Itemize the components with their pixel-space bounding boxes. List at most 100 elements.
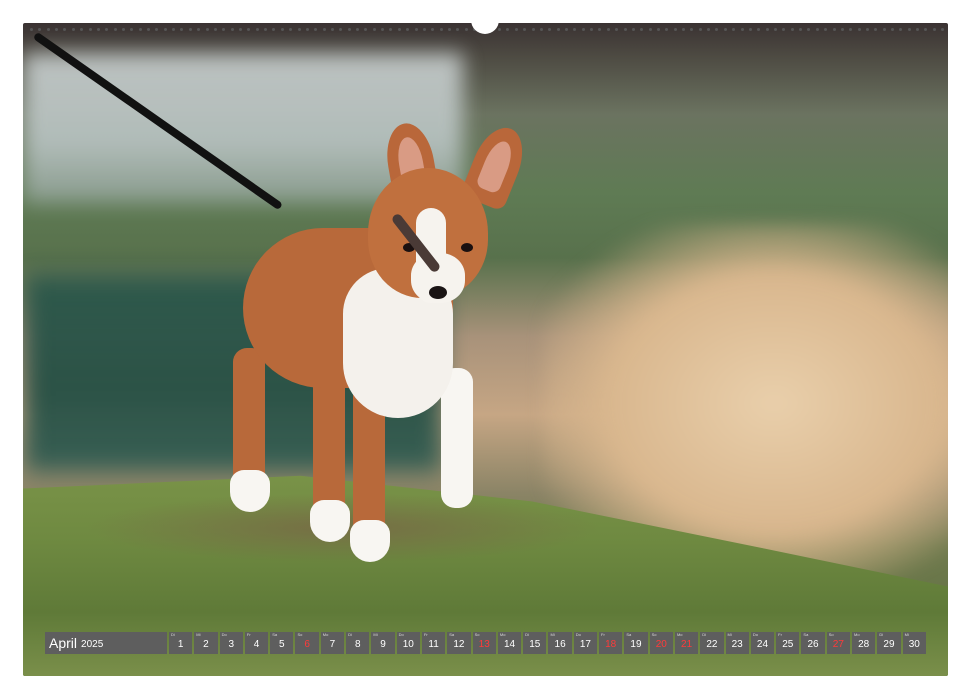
day-name: So <box>651 632 657 637</box>
binding-hole <box>222 27 226 31</box>
binding-hole <box>573 27 577 31</box>
day-number: 9 <box>380 639 386 650</box>
day-name: So <box>474 632 480 637</box>
day-number: 4 <box>253 639 260 650</box>
day-name: Fr <box>778 632 782 637</box>
binding-hole <box>406 27 410 31</box>
binding-hole <box>38 27 42 31</box>
day-name: Fr <box>601 632 605 637</box>
day-number: 30 <box>908 639 920 650</box>
binding-hole <box>690 27 694 31</box>
binding-hole <box>665 27 669 31</box>
binding-hole <box>732 27 736 31</box>
binding-hole <box>748 27 752 31</box>
day-number: 3 <box>228 639 235 650</box>
binding-hole <box>924 27 928 31</box>
day-number: 16 <box>554 639 566 650</box>
binding-hole <box>640 27 644 31</box>
dog-hind-leg <box>310 368 350 542</box>
binding-hole <box>422 27 426 31</box>
dog-nose <box>429 286 447 299</box>
binding-hole <box>289 27 293 31</box>
calendar-day: Do 17 <box>573 632 598 654</box>
day-name: Mo <box>322 632 329 637</box>
month-label: April 2025 <box>45 632 167 654</box>
calendar-strip: April 2025 Di 1 Mi 2 Do 3 Fr 4 Sa 5 So 6 Mo 7 Di 8 Mi 9 Do… <box>45 632 926 654</box>
binding-hole <box>180 27 184 31</box>
day-number: 11 <box>428 639 439 650</box>
day-number: 8 <box>354 639 361 650</box>
binding-hole <box>264 27 268 31</box>
binding-hole <box>631 27 635 31</box>
binding-hole <box>213 27 217 31</box>
binding-hole <box>314 27 318 31</box>
binding-hole <box>882 27 886 31</box>
binding-hole <box>531 27 535 31</box>
calendar-day: Mi 2 <box>194 632 218 654</box>
day-name: Di <box>702 632 707 637</box>
binding-hole <box>849 27 853 31</box>
calendar-day: Do 10 <box>396 632 420 654</box>
binding-hole <box>606 27 610 31</box>
day-number: 5 <box>279 639 285 650</box>
day-number: 13 <box>478 639 490 650</box>
month-year: 2025 <box>81 639 104 650</box>
binding-hole <box>740 27 744 31</box>
binding-hole <box>80 27 84 31</box>
calendar-day: Fr 25 <box>776 632 800 654</box>
binding-hole <box>773 27 777 31</box>
calendar-day: Mi 23 <box>725 632 749 654</box>
day-name: So <box>297 632 303 637</box>
binding-hole <box>389 27 393 31</box>
calendar-day: So 6 <box>295 632 319 654</box>
binding-hole <box>105 27 109 31</box>
binding-hole <box>514 27 518 31</box>
binding-hole <box>464 27 468 31</box>
binding-hole <box>456 27 460 31</box>
binding-hole <box>899 27 903 31</box>
calendar-day: Do 3 <box>219 632 243 654</box>
binding-hole <box>857 27 861 31</box>
calendar-day: Di 1 <box>169 632 193 654</box>
calendar-day: Sa 12 <box>447 632 471 654</box>
binding-hole <box>874 27 878 31</box>
binding-hole <box>815 27 819 31</box>
binding-hole <box>121 27 125 31</box>
calendar-day: Di 15 <box>523 632 547 654</box>
binding-hole <box>765 27 769 31</box>
binding-hole <box>172 27 176 31</box>
binding-hole <box>138 27 142 31</box>
day-name: Mi <box>727 632 732 637</box>
binding-hole <box>230 27 234 31</box>
binding-hole <box>565 27 568 31</box>
day-name: Mi <box>373 632 378 637</box>
day-name: Mi <box>550 632 555 637</box>
day-name: Do <box>575 632 581 637</box>
binding-hole <box>280 27 284 31</box>
day-name: Mo <box>854 632 860 637</box>
calendar-photo <box>23 23 948 676</box>
day-number: 17 <box>579 639 591 650</box>
binding-hole <box>297 27 301 31</box>
binding-hole <box>715 27 719 31</box>
binding-hole <box>447 27 451 31</box>
day-name: Mi <box>196 632 201 637</box>
binding-hole <box>238 27 242 31</box>
binding-hole <box>799 27 803 31</box>
binding-hole <box>155 27 159 31</box>
calendar-day: Do 24 <box>750 632 775 654</box>
day-name: Fr <box>423 632 428 637</box>
day-number: 27 <box>832 639 844 650</box>
binding-hole <box>648 27 652 31</box>
binding-hole <box>255 27 259 31</box>
day-name: Sa <box>803 632 809 637</box>
binding-hole <box>682 27 686 31</box>
binding-hole <box>71 27 75 31</box>
calendar-day: Sa 19 <box>624 632 648 654</box>
binding-hole <box>615 27 619 31</box>
calendar-day: So 27 <box>826 632 851 654</box>
binding-hole <box>330 27 334 31</box>
calendar-day: So 20 <box>649 632 673 654</box>
day-number: 25 <box>782 639 794 650</box>
binding-hole <box>707 27 711 31</box>
